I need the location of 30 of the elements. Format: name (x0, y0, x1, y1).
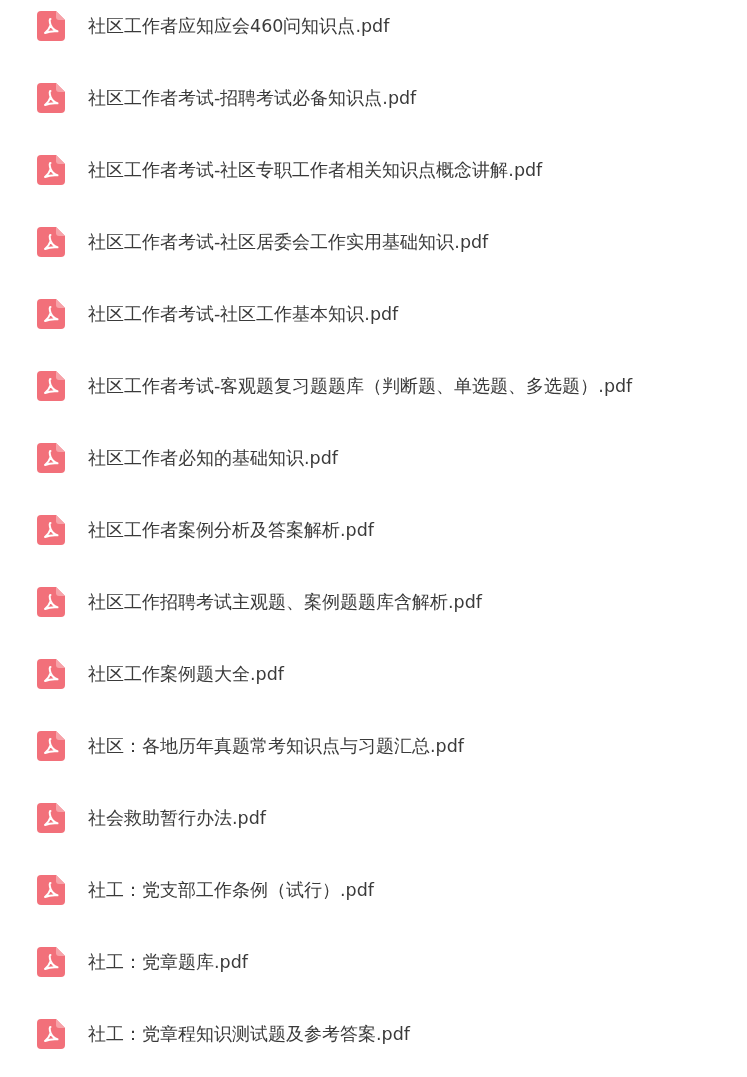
file-name[interactable]: 社区工作者考试-社区工作基本知识.pdf (88, 303, 399, 325)
file-name[interactable]: 社区工作案例题大全.pdf (88, 663, 284, 685)
pdf-file-icon (37, 227, 65, 257)
pdf-file-icon (37, 659, 65, 689)
pdf-file-icon (37, 83, 65, 113)
file-name[interactable]: 社区工作者应知应会460问知识点.pdf (88, 15, 390, 37)
file-name[interactable]: 社工：党支部工作条例（试行）.pdf (88, 879, 374, 901)
pdf-file-icon (37, 155, 65, 185)
file-name[interactable]: 社工：党章程知识测试题及参考答案.pdf (88, 1023, 410, 1045)
pdf-file-icon (37, 515, 65, 545)
pdf-file-icon (37, 947, 65, 977)
pdf-file-icon (37, 731, 65, 761)
file-name[interactable]: 社区工作者案例分析及答案解析.pdf (88, 519, 374, 541)
pdf-file-icon (37, 371, 65, 401)
pdf-file-icon (37, 443, 65, 473)
file-name[interactable]: 社区：各地历年真题常考知识点与习题汇总.pdf (88, 735, 464, 757)
pdf-file-icon (37, 875, 65, 905)
file-name[interactable]: 社区工作者考试-社区专职工作者相关知识点概念讲解.pdf (88, 159, 543, 181)
file-name[interactable]: 社区工作者考试-招聘考试必备知识点.pdf (88, 87, 417, 109)
file-name[interactable]: 社区工作者考试-客观题复习题题库（判断题、单选题、多选题）.pdf (88, 375, 633, 397)
pdf-file-icon (37, 1019, 65, 1049)
pdf-file-icon (37, 587, 65, 617)
file-name[interactable]: 社区工作者考试-社区居委会工作实用基础知识.pdf (88, 231, 489, 253)
file-name[interactable]: 社区工作者必知的基础知识.pdf (88, 447, 338, 469)
file-name[interactable]: 社会救助暂行办法.pdf (88, 807, 266, 829)
pdf-file-icon (37, 299, 65, 329)
pdf-file-icon (37, 11, 65, 41)
file-name[interactable]: 社区工作招聘考试主观题、案例题题库含解析.pdf (88, 591, 482, 613)
pdf-file-icon (37, 803, 65, 833)
file-name[interactable]: 社工：党章题库.pdf (88, 951, 248, 973)
